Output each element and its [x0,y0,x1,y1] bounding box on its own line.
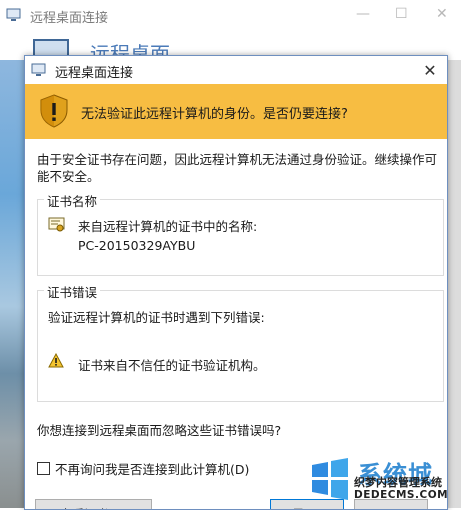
description-text: 由于安全证书存在问题，因此远程计算机无法通过身份验证。继续操作可能不安全。 [37,152,438,184]
watermark-site-domain: DEDECMS.COM [354,489,449,501]
certificate-name-group: 证书名称 来自远程计算机的证书中的名称: PC-20150329AYBU [37,191,444,276]
warning-banner: 无法验证此远程计算机的身份。是否仍要连接? [25,84,447,139]
site-watermark: 系统城 织梦内容管理系统 DEDECMS.COM [308,455,461,508]
certificate-error-intro: 验证远程计算机的证书时遇到下列错误: [48,310,265,325]
dont-ask-again-checkbox[interactable]: 不再询问我是否连接到此计算机(D) [37,459,249,478]
close-icon[interactable]: ✕ [436,6,448,22]
minimize-icon[interactable]: — [356,6,370,22]
background-window-edge [446,60,461,508]
certificate-warning-dialog: 远程桌面连接 ✕ 无法验证此远程计算机的身份。是否仍要连接? 由于安全证书存在问… [24,55,448,510]
watermark-logo-icon [312,458,348,500]
group-label: 证书错误 [44,282,101,301]
remote-desktop-icon [31,63,46,76]
certificate-icon [48,217,65,232]
certificate-error-group: 证书错误 验证远程计算机的证书时遇到下列错误: 证书来自不信任的证书验证机构。 [37,282,444,402]
certificate-error-item: 证书来自不信任的证书验证机构。 [78,358,266,373]
security-shield-icon [40,94,68,128]
dialog-title: 远程桌面连接 [55,66,134,81]
desktop-wallpaper-strip [0,60,24,508]
background-titlebar: 远程桌面连接 — ☐ ✕ [0,0,461,31]
background-window-title: 远程桌面连接 [30,11,109,26]
certificate-name-caption: 来自远程计算机的证书中的名称: [78,219,258,234]
checkbox-box[interactable] [37,462,50,475]
maximize-icon[interactable]: ☐ [395,6,408,22]
certificate-name-value: PC-20150329AYBU [78,238,196,253]
warning-message: 无法验证此远程计算机的身份。是否仍要连接? [81,107,348,122]
checkbox-label[interactable]: 不再询问我是否连接到此计算机(D) [55,459,249,478]
group-label: 证书名称 [44,191,101,210]
view-certificate-button[interactable]: 查看证书(V) [35,499,152,509]
close-button[interactable]: ✕ [413,56,447,84]
warning-triangle-icon [48,353,64,368]
watermark-site-name: 织梦内容管理系统 [354,476,442,489]
dialog-titlebar: 远程桌面连接 ✕ [25,56,447,84]
remote-desktop-icon [6,8,21,21]
connect-question: 你想连接到远程桌面而忽略这些证书错误吗? [37,423,282,438]
